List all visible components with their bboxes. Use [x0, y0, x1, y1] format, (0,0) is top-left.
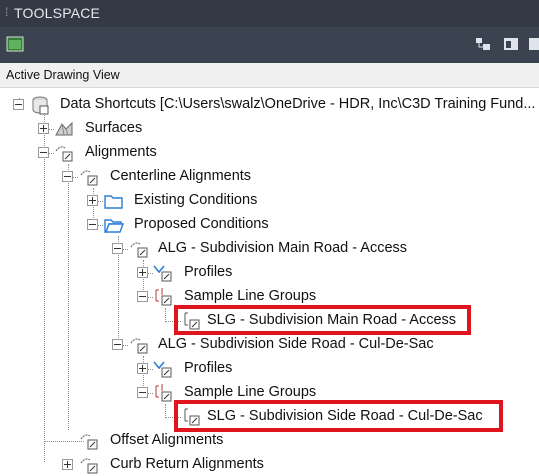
toolspace-toolbar: [0, 27, 539, 63]
alignment-icon: [80, 458, 98, 474]
tree-node-proposed-conditions[interactable]: Proposed Conditions: [0, 214, 320, 236]
tree-node-centerline-alignments[interactable]: Centerline Alignments: [0, 166, 320, 188]
tree-label-offset-alignments: Offset Alignments: [110, 432, 224, 448]
tree-label-centerline-alignments: Centerline Alignments: [110, 168, 252, 184]
tree-label-curb-return-alignments: Curb Return Alignments: [110, 456, 264, 472]
alignment-icon: [80, 434, 98, 450]
data-shortcuts-icon: [32, 96, 49, 115]
alignment-icon: [55, 146, 73, 162]
sample-line-group-icon: [155, 384, 172, 402]
folder-open-icon: [104, 219, 124, 233]
expand-toggle[interactable]: [87, 195, 98, 206]
panel-title: TOOLSPACE: [14, 5, 101, 21]
panel-icon[interactable]: [502, 36, 520, 52]
surface-icon: [55, 121, 73, 136]
expand-toggle[interactable]: [62, 459, 73, 470]
expand-toggle[interactable]: [38, 123, 49, 134]
collapse-toggle[interactable]: [13, 99, 24, 110]
tree-label-data-shortcuts: Data Shortcuts [C:\Users\swalz\OneDrive …: [60, 96, 536, 112]
expand-toggle[interactable]: [137, 363, 148, 374]
toolspace-titlebar[interactable]: ⁞ TOOLSPACE: [0, 0, 539, 27]
tree-node-profiles-main[interactable]: Profiles: [0, 262, 320, 284]
tree-node-alignments[interactable]: Alignments: [0, 142, 300, 164]
collapse-toggle[interactable]: [87, 219, 98, 230]
drag-grip-icon[interactable]: ⁞: [5, 5, 8, 19]
options-icon[interactable]: [527, 36, 539, 52]
tree-label-sample-line-groups-side: Sample Line Groups: [184, 384, 317, 400]
tree-label-sample-line-groups-main: Sample Line Groups: [184, 288, 317, 304]
tree-node-profiles-side[interactable]: Profiles: [0, 358, 320, 380]
tree-node-alg-side-road[interactable]: ALG - Subdivision Side Road - Cul-De-Sac: [0, 334, 450, 356]
tree-label-alg-side-road: ALG - Subdivision Side Road - Cul-De-Sac: [158, 336, 434, 352]
tree-label-alignments: Alignments: [85, 144, 157, 160]
profile-icon: [153, 361, 172, 378]
collapse-toggle[interactable]: [112, 339, 123, 350]
highlight-box: [174, 305, 471, 335]
profile-icon: [153, 265, 172, 282]
tree-label-alg-main-road: ALG - Subdivision Main Road - Access: [158, 240, 408, 256]
folder-icon: [104, 195, 123, 209]
collapse-toggle[interactable]: [137, 291, 148, 302]
tree-node-alg-main-road[interactable]: ALG - Subdivision Main Road - Access: [0, 238, 430, 260]
tree-label-proposed-conditions: Proposed Conditions: [134, 216, 269, 232]
sample-line-group-icon: [155, 288, 172, 306]
collapse-toggle[interactable]: [62, 171, 73, 182]
tree-label-profiles-side: Profiles: [184, 360, 233, 376]
tree-view-icon[interactable]: [474, 36, 492, 52]
prospector-icon[interactable]: [6, 36, 24, 52]
highlight-box: [174, 400, 503, 432]
tree-node-data-shortcuts[interactable]: Data Shortcuts [C:\Users\swalz\OneDrive …: [0, 94, 539, 116]
tree-label-surfaces: Surfaces: [85, 120, 143, 136]
tree-label-existing-conditions: Existing Conditions: [134, 192, 258, 208]
active-drawing-view-label: Active Drawing View: [6, 68, 120, 82]
tree-node-surfaces[interactable]: Surfaces: [0, 118, 300, 140]
expand-toggle[interactable]: [137, 267, 148, 278]
tree-node-existing-conditions[interactable]: Existing Conditions: [0, 190, 320, 212]
alignment-icon: [80, 170, 98, 186]
collapse-toggle[interactable]: [137, 387, 148, 398]
tree-node-offset-alignments[interactable]: Offset Alignments: [0, 430, 320, 452]
collapse-toggle[interactable]: [112, 243, 123, 254]
alignment-icon: [130, 242, 148, 258]
collapse-toggle[interactable]: [38, 147, 49, 158]
active-drawing-view-bar[interactable]: Active Drawing View: [0, 63, 539, 88]
prospector-tree: Data Shortcuts [C:\Users\swalz\OneDrive …: [0, 88, 539, 474]
tree-label-profiles-main: Profiles: [184, 264, 233, 280]
alignment-icon: [130, 338, 148, 354]
